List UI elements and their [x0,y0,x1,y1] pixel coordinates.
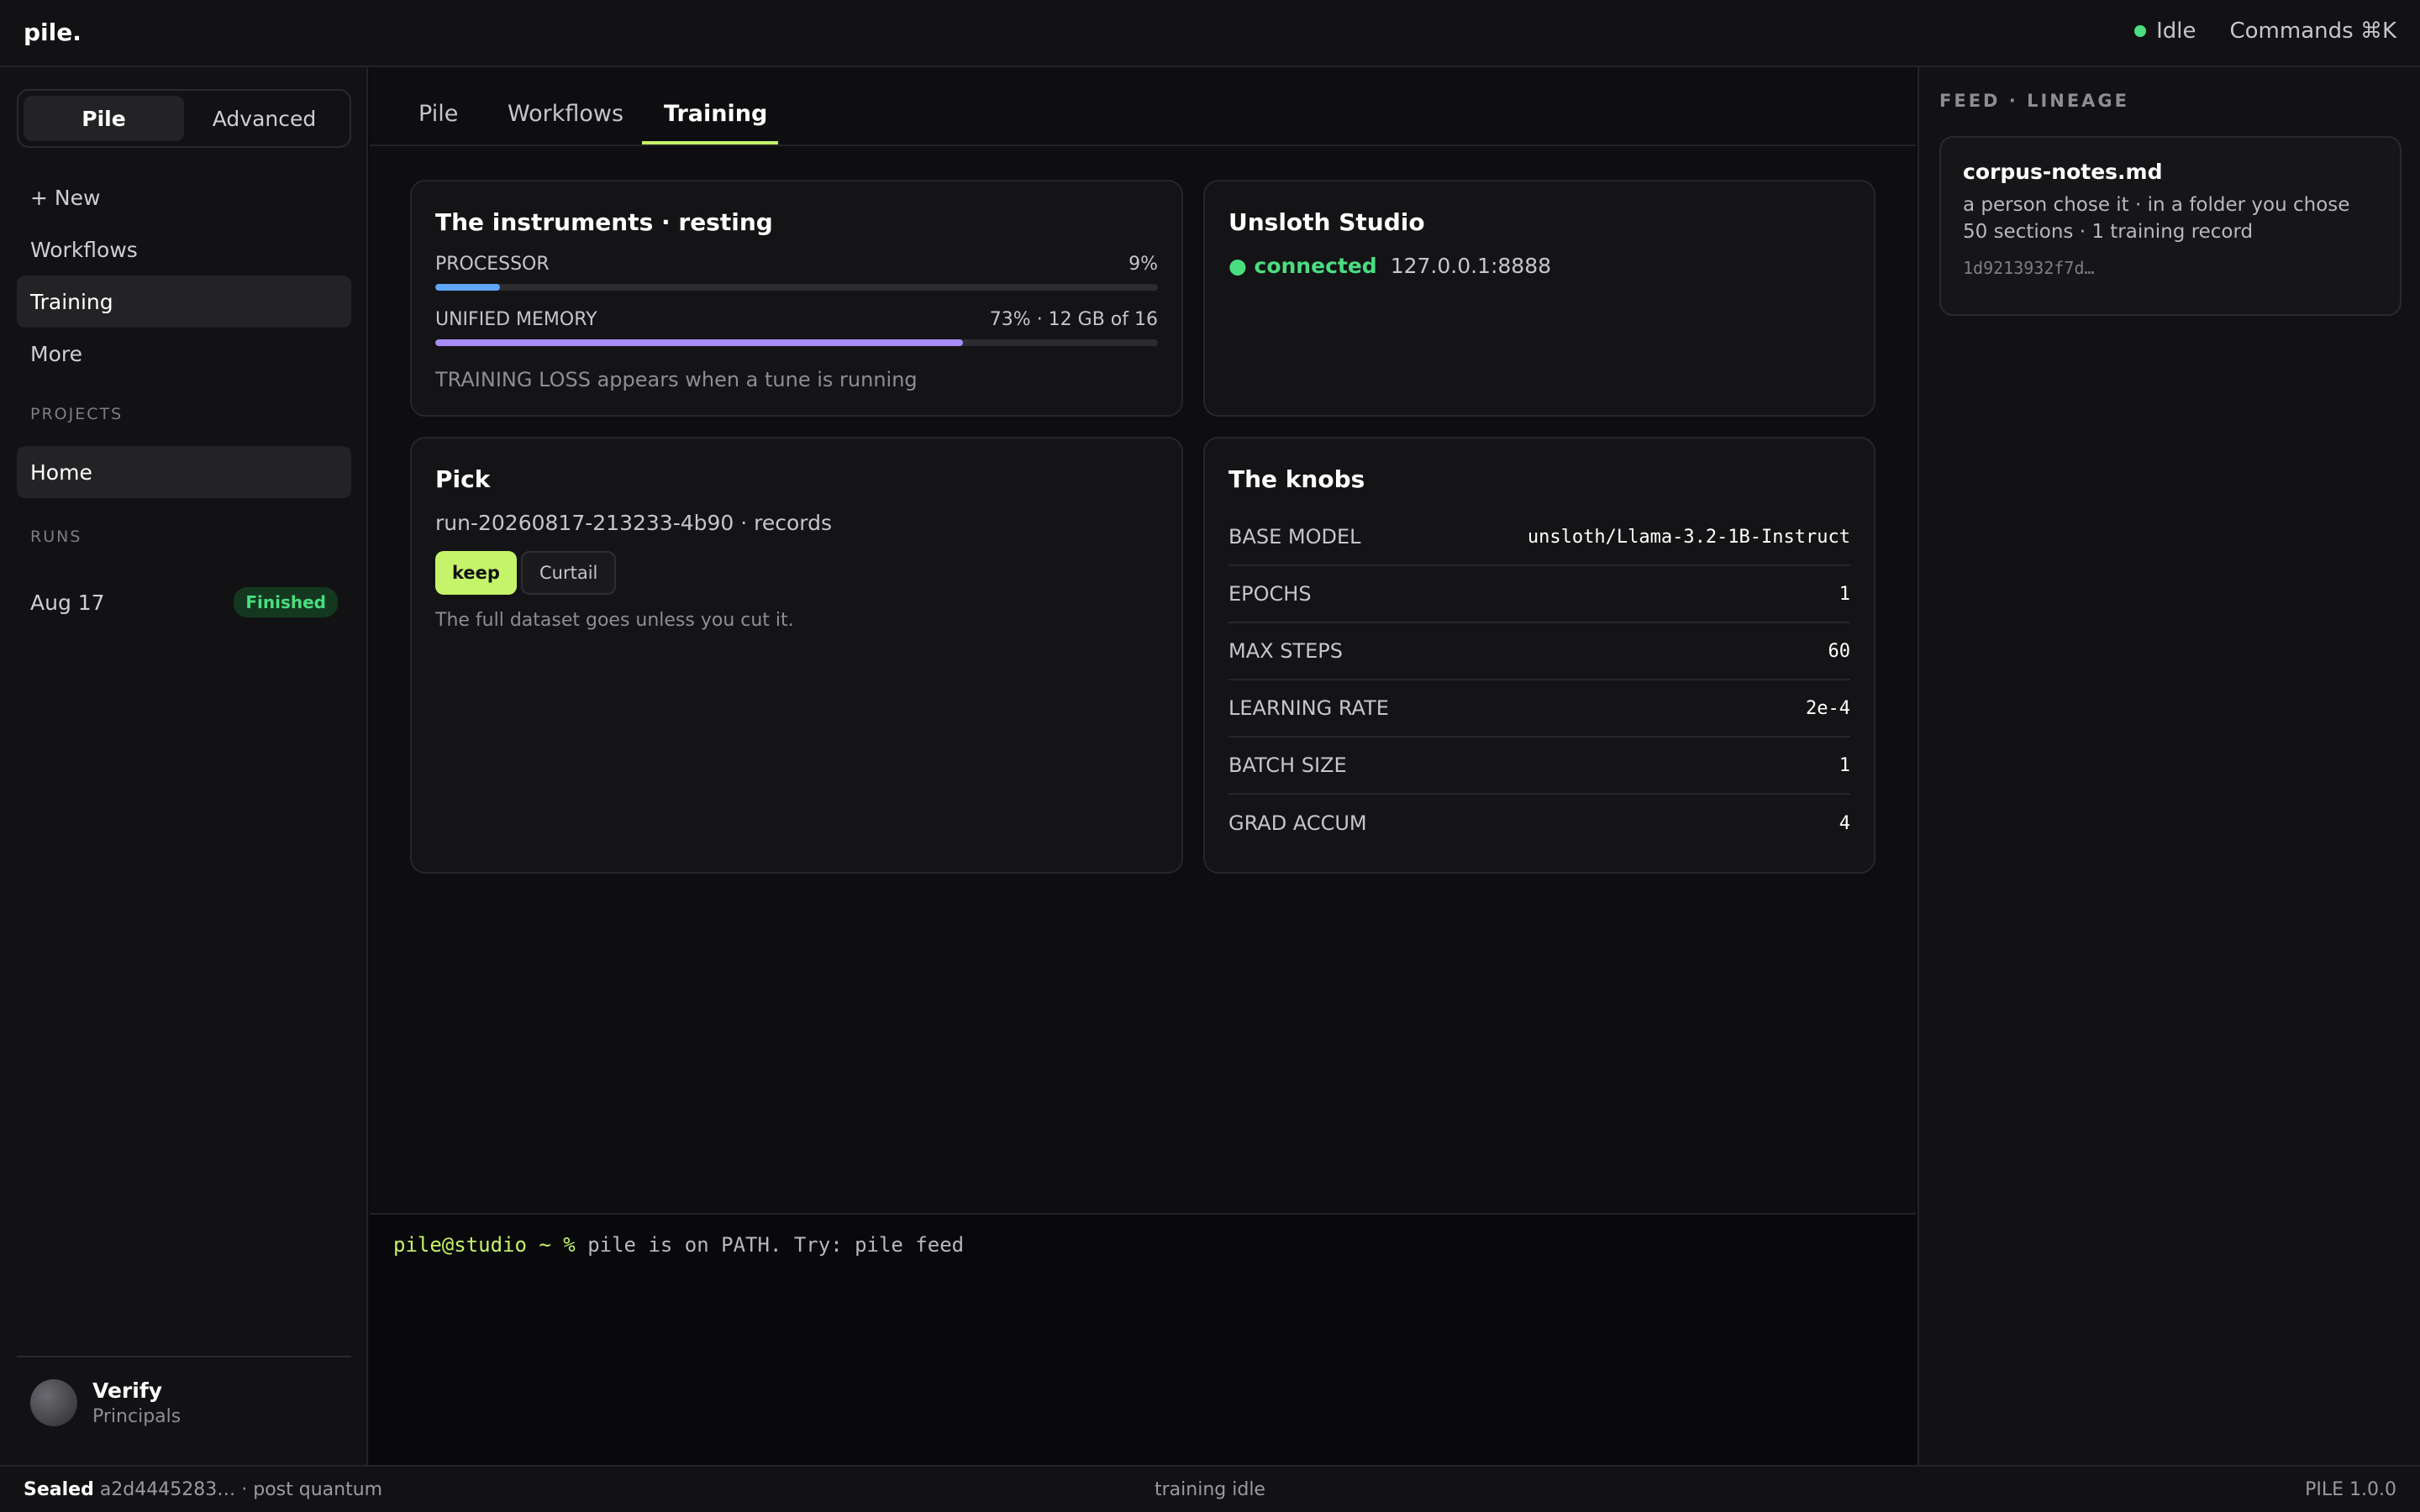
top-right-controls: Idle Commands ⌘K [2134,18,2396,44]
status-badge: Finished [234,587,338,617]
status-indicator: Idle [2134,18,2196,44]
terminal-text: pile is on PATH. Try: pile feed [587,1233,965,1257]
training-loss-note: TRAINING LOSS appears when a tune is run… [435,368,1158,391]
memory-meter-fill [435,339,963,346]
sidebar: Pile Advanced + New Workflows Training M… [0,67,368,1465]
knob-label: EPOCHS [1228,582,1312,606]
knob-label: BASE MODEL [1228,525,1361,549]
terminal-line: pile@studio ~ % pile is on PATH. Try: pi… [393,1233,964,1257]
memory-value: 73% · 12 GB of 16 [989,309,1158,330]
unsloth-title: Unsloth Studio [1228,208,1425,236]
knob-batch-size: BATCH SIZE 1 [1228,738,1850,795]
status-dot-icon [2134,25,2147,37]
knob-grad-accum: GRAD ACCUM 4 [1228,795,1850,852]
run-date: Aug 17 [30,590,105,615]
knob-value[interactable]: 2e-4 [1806,698,1850,719]
knob-value[interactable]: 4 [1839,813,1850,834]
knob-learning-rate: LEARNING RATE 2e-4 [1228,680,1850,738]
commands-button[interactable]: Commands ⌘K [2230,18,2397,44]
sidebar-item-new[interactable]: + New [17,171,351,223]
instruments-card: The instruments · resting PROCESSOR 9% U… [410,180,1183,417]
knob-label: BATCH SIZE [1228,753,1347,777]
keep-button[interactable]: keep [435,551,517,595]
sidebar-item-more[interactable]: More [17,328,351,380]
knob-max-steps: MAX STEPS 60 [1228,623,1850,680]
knob-label: GRAD ACCUM [1228,811,1367,835]
knobs-title: The knobs [1228,465,1365,493]
run-item[interactable]: Aug 17 Finished [17,576,351,628]
knob-value[interactable]: 1 [1839,755,1850,776]
top-bar: pile. Idle Commands ⌘K [0,0,2420,67]
processor-label: PROCESSOR [435,254,550,275]
knob-value[interactable]: unsloth/Llama-3.2-1B-Instruct [1528,527,1850,548]
memory-meter [435,339,1158,346]
sidebar-item-training[interactable]: Training [17,276,351,328]
terminal-prompt: pile@studio ~ % [393,1233,576,1257]
user-block[interactable]: Verify Principals [17,1356,351,1448]
terminal-panel[interactable]: pile@studio ~ % pile is on PATH. Try: pi… [370,1213,1916,1465]
version-label: PILE 1.0.0 [2305,1479,2396,1500]
tab-workflows[interactable]: Workflows [508,101,623,127]
main-content: Pile Workflows Training The instruments … [370,67,1916,1213]
knobs-card: The knobs BASE MODEL unsloth/Llama-3.2-1… [1203,437,1876,874]
tab-bar: Pile Workflows Training [370,67,1916,146]
runs-section-label: RUNS [30,528,82,546]
curtail-button[interactable]: Curtail [521,551,617,595]
processor-value: 9% [1128,254,1158,275]
avatar [30,1379,77,1426]
run-records: run-20260817-213233-4b90 · records [435,511,833,535]
mode-pile-button[interactable]: Pile [24,96,184,141]
sidebar-item-home[interactable]: Home [17,446,351,498]
status-bar: Sealed a2d4445283… · post quantum traini… [0,1465,2420,1512]
user-name: Verify [92,1378,163,1403]
unsloth-card: Unsloth Studio ● connected 127.0.0.1:888… [1203,180,1876,417]
mode-advanced-button[interactable]: Advanced [184,96,345,141]
user-role: Principals [92,1406,182,1427]
feed-title: corpus-notes.md [1963,160,2163,184]
projects-section-label: PROJECTS [30,405,124,423]
feed-line-1: a person chose it · in a folder you chos… [1963,194,2350,216]
feed-card[interactable]: corpus-notes.md a person chose it · in a… [1939,136,2402,316]
knob-label: MAX STEPS [1228,639,1343,663]
tab-pile[interactable]: Pile [418,101,458,127]
status-label: Idle [2156,18,2196,44]
pick-title: Pick [435,465,491,493]
feed-hash: 1d9213932f7d… [1963,258,2095,278]
training-loss-note-text: TRAINING LOSS appears when a tune is run… [435,368,918,391]
pick-note: The full dataset goes unless you cut it. [435,610,794,631]
pick-card: Pick run-20260817-213233-4b90 · records … [410,437,1183,874]
memory-row: UNIFIED MEMORY 73% · 12 GB of 16 [435,309,1158,330]
knob-value[interactable]: 60 [1828,641,1851,662]
training-status: training idle [1155,1479,1265,1500]
feed-line-2: 50 sections · 1 training record [1963,221,2254,243]
sidebar-nav: + New Workflows Training More [17,171,351,380]
knob-epochs: EPOCHS 1 [1228,566,1850,623]
feed-panel: FEED · LINEAGE corpus-notes.md a person … [1918,67,2420,1465]
knob-label: LEARNING RATE [1228,696,1389,720]
tab-training[interactable]: Training [664,101,767,127]
instruments-title: The instruments · resting [435,208,773,236]
connection-address: 127.0.0.1:8888 [1390,254,1552,278]
mode-toggle: Pile Advanced [17,89,351,148]
connection-status: ● connected [1228,254,1377,278]
app-logo[interactable]: pile. [24,18,82,46]
feed-lineage-label: FEED · LINEAGE [1939,91,2130,111]
knob-base-model: BASE MODEL unsloth/Llama-3.2-1B-Instruct [1228,509,1850,566]
memory-label: UNIFIED MEMORY [435,309,597,330]
sidebar-item-workflows[interactable]: Workflows [17,223,351,276]
processor-meter-fill [435,284,501,291]
connection-row: ● connected 127.0.0.1:8888 [1228,254,1551,278]
processor-row: PROCESSOR 9% [435,254,1158,275]
processor-meter [435,284,1158,291]
knob-value[interactable]: 1 [1839,584,1850,605]
active-tab-indicator [642,141,778,144]
